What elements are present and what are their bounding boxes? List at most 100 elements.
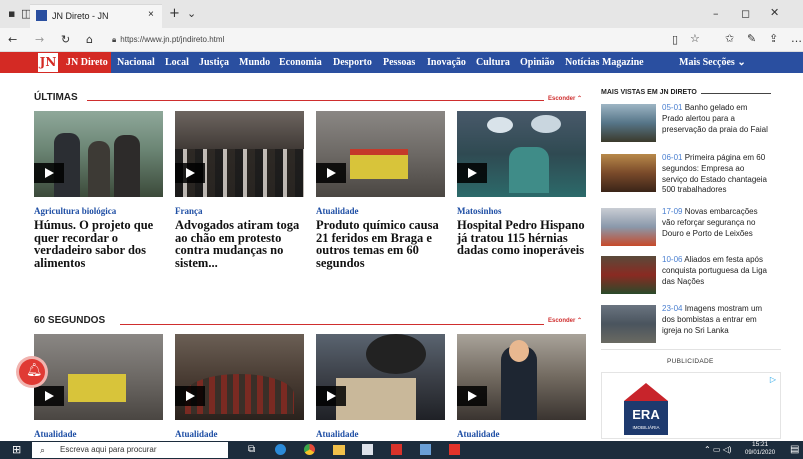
notification-bell-button[interactable]: 🔔︎: [19, 359, 45, 385]
nav-item-inovacao[interactable]: Inovação: [427, 52, 466, 73]
side-thumbnail[interactable]: [601, 154, 656, 192]
article-thumbnail-humus[interactable]: [34, 111, 163, 197]
minimize-icon[interactable]: –: [713, 8, 719, 19]
address-bar-row: ← → ↻ ⌂ 🔒︎ https://www.jn.pt/jndireto.htm…: [0, 28, 803, 52]
url-field[interactable]: 🔒︎ https://www.jn.pt/jndireto.html: [112, 32, 672, 48]
play-icon: [175, 386, 205, 406]
close-tab-icon[interactable]: ×: [148, 9, 154, 20]
article-headline[interactable]: Advogados atiram toga ao chão em protest…: [175, 219, 307, 269]
mail-icon[interactable]: [420, 444, 431, 455]
article-category[interactable]: Atualidade: [175, 429, 218, 439]
nav-item-local[interactable]: Local: [165, 52, 189, 73]
jn-logo[interactable]: JN: [38, 53, 58, 72]
video-thumbnail[interactable]: [34, 334, 163, 420]
taskbar-search-box[interactable]: ⌕ Escreva aqui para procurar: [32, 442, 228, 458]
more-sections-menu[interactable]: Mais Secções ⌄: [679, 52, 746, 73]
store-icon[interactable]: [362, 444, 373, 455]
side-item-date: 10-06: [662, 255, 683, 264]
notifications-icon[interactable]: ▤: [790, 444, 799, 455]
refresh-icon[interactable]: ↻: [61, 34, 70, 45]
lock-icon: 🔒︎: [112, 35, 117, 44]
video-thumbnail[interactable]: [457, 334, 586, 420]
browser-tab[interactable]: JN Direto - JN ×: [30, 4, 162, 28]
tray-icons[interactable]: ⌃ ▭ ◁): [704, 445, 732, 454]
play-icon: [34, 386, 64, 406]
nav-item-economia[interactable]: Economia: [279, 52, 322, 73]
nav-item-mundo[interactable]: Mundo: [239, 52, 270, 73]
side-item-date: 06-01: [662, 153, 683, 162]
article-category[interactable]: França: [175, 206, 203, 216]
acrobat-icon[interactable]: [391, 444, 402, 455]
tab-list-chevron-icon[interactable]: ⌄: [187, 8, 196, 19]
side-item-date: 17-09: [662, 207, 683, 216]
taskbar-time[interactable]: 15:21: [752, 441, 768, 448]
more-icon[interactable]: …: [791, 33, 802, 44]
hide-60-segundos-button[interactable]: Esconder ⌃: [548, 317, 582, 324]
advertisement[interactable]: ▷ ERA IMOBILIÁRIA: [601, 372, 781, 439]
article-thumbnail-hospital[interactable]: [457, 111, 586, 197]
section-title-60-segundos: 60 SEGUNDOS: [34, 315, 106, 326]
article-category[interactable]: Atualidade: [457, 429, 500, 439]
article-headline[interactable]: Húmus. O projeto que quer recordar o ver…: [34, 219, 166, 269]
side-item-date: 05-01: [662, 103, 683, 112]
nav-item-jn-direto[interactable]: JN Direto: [66, 52, 108, 73]
section-divider: [87, 100, 544, 101]
edge-browser-icon[interactable]: [275, 444, 286, 455]
close-window-icon[interactable]: ✕: [770, 7, 779, 18]
taskbar-date[interactable]: 09/01/2020: [745, 450, 775, 456]
nav-item-justica[interactable]: Justiça: [199, 52, 229, 73]
ad-divider: [601, 349, 781, 350]
windows-taskbar: ⊞ ⌕ Escreva aqui para procurar ⧉ ⌃ ▭ ◁) …: [0, 441, 803, 459]
article-category[interactable]: Agricultura biológica: [34, 206, 116, 216]
nav-item-desporto[interactable]: Desporto: [333, 52, 372, 73]
era-brand: ERA: [632, 407, 660, 422]
chevron-down-icon: ⌄: [737, 57, 746, 68]
nav-item-noticias-magazine[interactable]: Notícias Magazine: [565, 52, 644, 73]
side-item[interactable]: 05-01 Banho gelado em Prado alertou para…: [662, 103, 770, 135]
task-view-icon[interactable]: ⧉: [248, 444, 255, 455]
chrome-icon[interactable]: [304, 444, 315, 455]
article-category[interactable]: Matosinhos: [457, 206, 502, 216]
side-item[interactable]: 17-09 Novas embarcações vão reforçar seg…: [662, 207, 770, 239]
pen-icon[interactable]: ✎: [747, 33, 756, 44]
side-item[interactable]: 06-01 Primeira página em 60 segundos: Em…: [662, 153, 770, 196]
article-category[interactable]: Atualidade: [316, 429, 359, 439]
nav-item-opiniao[interactable]: Opinião: [520, 52, 554, 73]
side-thumbnail[interactable]: [601, 256, 656, 294]
side-thumbnail[interactable]: [601, 208, 656, 246]
back-icon[interactable]: ←: [8, 34, 17, 45]
video-thumbnail[interactable]: [316, 334, 445, 420]
nav-item-cultura[interactable]: Cultura: [476, 52, 510, 73]
nav-item-nacional[interactable]: Nacional: [117, 52, 155, 73]
nav-item-pessoas[interactable]: Pessoas: [383, 52, 415, 73]
tab-manager-icon[interactable]: ▪: [8, 8, 15, 19]
new-tab-icon[interactable]: +: [169, 7, 180, 20]
hide-ultimas-button[interactable]: Esconder ⌃: [548, 95, 582, 102]
article-thumbnail-advogados[interactable]: [175, 111, 304, 197]
share-icon[interactable]: ⇪: [769, 33, 778, 44]
file-explorer-icon[interactable]: [333, 445, 345, 455]
favorite-star-icon[interactable]: ☆: [690, 33, 700, 44]
article-category[interactable]: Atualidade: [316, 206, 359, 216]
maximize-icon[interactable]: ◻: [741, 8, 750, 19]
side-thumbnail[interactable]: [601, 305, 656, 343]
ad-choices-icon[interactable]: ▷: [770, 375, 776, 384]
reading-view-icon[interactable]: ▯: [672, 34, 678, 45]
forward-icon[interactable]: →: [35, 34, 44, 45]
side-divider: [701, 93, 771, 94]
home-icon[interactable]: ⌂: [86, 34, 93, 45]
article-category[interactable]: Atualidade: [34, 429, 77, 439]
article-thumbnail-produto-quimico[interactable]: [316, 111, 445, 197]
side-item[interactable]: 10-06 Aliados em festa após conquista po…: [662, 255, 770, 287]
side-thumbnail[interactable]: [601, 104, 656, 142]
side-item[interactable]: 23-04 Imagens mostram um dos bombistas a…: [662, 304, 770, 336]
play-icon: [457, 386, 487, 406]
video-thumbnail[interactable]: [175, 334, 304, 420]
era-logo: ERA IMOBILIÁRIA: [624, 401, 668, 435]
article-headline[interactable]: Hospital Pedro Hispano já tratou 115 hér…: [457, 219, 589, 257]
app-icon[interactable]: [449, 444, 460, 455]
favorites-list-icon[interactable]: ✩: [725, 33, 734, 44]
site-favicon-icon: [36, 10, 47, 21]
article-headline[interactable]: Produto químico causa 21 feridos em Brag…: [316, 219, 448, 269]
windows-start-icon[interactable]: ⊞: [12, 444, 21, 455]
